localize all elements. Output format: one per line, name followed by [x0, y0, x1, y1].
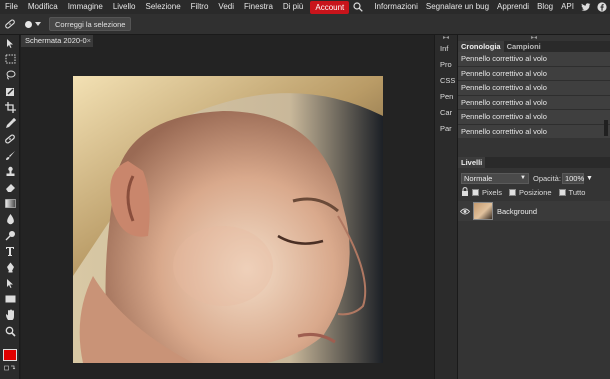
history-item[interactable]: Pennello correttivo al volo: [458, 66, 610, 81]
menu-vedi[interactable]: Vedi: [213, 0, 239, 14]
lock-options: Pixels Posizione Tutto: [458, 186, 610, 198]
history-tabs: Cronologia Campioni: [458, 41, 610, 52]
crop-tool-icon[interactable]: [0, 99, 20, 115]
marquee-tool-icon[interactable]: [0, 51, 20, 67]
search-icon[interactable]: [351, 0, 365, 14]
tab-campioni[interactable]: Campioni: [503, 41, 544, 52]
menu-bar: File Modifica Immagine Livello Selezione…: [0, 0, 610, 14]
document-tab[interactable]: Schermata 2020-0 ×: [21, 35, 93, 47]
blend-mode-select[interactable]: Normale ▼: [461, 172, 529, 184]
opacity-label: Opacità:: [533, 173, 561, 183]
chevron-down-icon: [35, 21, 41, 26]
brush-size-dropdown[interactable]: [24, 20, 41, 29]
hand-tool-icon[interactable]: [0, 307, 20, 323]
magic-wand-icon[interactable]: [0, 83, 20, 99]
collapsed-panels: ▸◂ Inf Pro CSS Pen Car Par: [434, 35, 458, 379]
shape-tool-icon[interactable]: [0, 291, 20, 307]
history-item[interactable]: Pennello correttivo al volo: [458, 95, 610, 110]
menu-file[interactable]: File: [0, 0, 23, 14]
menu-livello[interactable]: Livello: [108, 0, 141, 14]
tools-panel: [0, 35, 20, 379]
history-list: Pennello correttivo al volo Pennello cor…: [458, 52, 610, 138]
zoom-tool-icon[interactable]: [0, 323, 20, 339]
menu-immagine[interactable]: Immagine: [63, 0, 108, 14]
document-tab-title: Schermata 2020-0: [25, 36, 87, 45]
menu-apprendi[interactable]: Apprendi: [493, 0, 533, 14]
facebook-icon[interactable]: [594, 0, 610, 14]
eye-icon[interactable]: [458, 208, 472, 215]
clone-stamp-icon[interactable]: [0, 163, 20, 179]
lock-pixels-checkbox[interactable]: [472, 188, 479, 196]
menu-api[interactable]: API: [557, 0, 578, 14]
history-scrollbar[interactable]: [604, 120, 608, 136]
chevron-down-icon: ▼: [520, 174, 526, 181]
panel-css[interactable]: CSS: [435, 73, 457, 89]
panel-character[interactable]: Car: [435, 105, 457, 121]
lock-all-label: Tutto: [568, 187, 586, 197]
opacity-dropdown-icon[interactable]: ▼: [586, 175, 593, 182]
foreground-color-swatch[interactable]: [3, 349, 17, 361]
lock-position-checkbox[interactable]: [509, 188, 517, 196]
refine-selection-button[interactable]: Correggi la selezione: [49, 17, 132, 31]
menu-modifica[interactable]: Modifica: [23, 0, 63, 14]
lock-icon: [461, 186, 469, 198]
menu-blog[interactable]: Blog: [533, 0, 557, 14]
history-item[interactable]: Pennello correttivo al volo: [458, 81, 610, 96]
layer-thumbnail: [473, 202, 493, 220]
canvas-image[interactable]: [73, 76, 383, 363]
dodge-tool-icon[interactable]: [0, 227, 20, 243]
history-item[interactable]: Pennello correttivo al volo: [458, 110, 610, 125]
panel-brush[interactable]: Pen: [435, 89, 457, 105]
panel-info[interactable]: Inf: [435, 41, 457, 57]
panel-paragraph[interactable]: Par: [435, 121, 457, 137]
right-panel: ▸◂ Cronologia Campioni Pennello corretti…: [458, 35, 610, 379]
panel-properties[interactable]: Pro: [435, 57, 457, 73]
eraser-tool-icon[interactable]: [0, 179, 20, 195]
eyedropper-icon[interactable]: [0, 115, 20, 131]
twitter-icon[interactable]: [578, 0, 594, 14]
menu-selezione[interactable]: Selezione: [141, 0, 186, 14]
move-tool-icon[interactable]: [0, 35, 20, 51]
portrait-photo: [73, 76, 383, 363]
spot-healing-icon[interactable]: [0, 14, 20, 34]
lock-position-label: Posizione: [519, 187, 552, 197]
type-tool-icon[interactable]: [0, 243, 20, 259]
menu-informazioni[interactable]: Informazioni: [370, 0, 422, 14]
account-button[interactable]: Account: [310, 0, 350, 14]
tab-livelli[interactable]: Livelli: [458, 157, 486, 168]
menu-finestra[interactable]: Finestra: [239, 0, 278, 14]
blend-mode-value: Normale: [464, 173, 493, 183]
options-bar: Correggi la selezione: [0, 14, 610, 35]
menu-di-piu[interactable]: Di più: [278, 0, 308, 14]
opacity-input[interactable]: 100%: [561, 172, 584, 184]
layer-controls: Normale ▼ Opacità: 100% ▼: [458, 171, 610, 185]
lock-all-checkbox[interactable]: [558, 188, 566, 196]
layer-name: Background: [497, 206, 538, 216]
menu-filtro[interactable]: Filtro: [186, 0, 214, 14]
pen-tool-icon[interactable]: [0, 259, 20, 275]
gradient-tool-icon[interactable]: [0, 195, 20, 211]
menu-segnalare-bug[interactable]: Segnalare un bug: [422, 0, 493, 14]
lasso-tool-icon[interactable]: [0, 67, 20, 83]
tab-cronologia[interactable]: Cronologia: [458, 41, 504, 52]
lock-pixels-label: Pixels: [482, 187, 503, 197]
layer-row[interactable]: Background: [458, 201, 610, 221]
history-item[interactable]: Pennello correttivo al volo: [458, 52, 610, 67]
close-icon[interactable]: ×: [87, 35, 91, 47]
document-area: Schermata 2020-0 ×: [21, 35, 434, 379]
swap-colors-icon[interactable]: [4, 365, 16, 374]
path-select-icon[interactable]: [0, 275, 20, 291]
blur-tool-icon[interactable]: [0, 211, 20, 227]
layers-header: Livelli: [458, 157, 610, 168]
healing-brush-icon[interactable]: [0, 131, 20, 147]
brush-tool-icon[interactable]: [0, 147, 20, 163]
history-item[interactable]: Pennello correttivo al volo: [458, 124, 610, 138]
